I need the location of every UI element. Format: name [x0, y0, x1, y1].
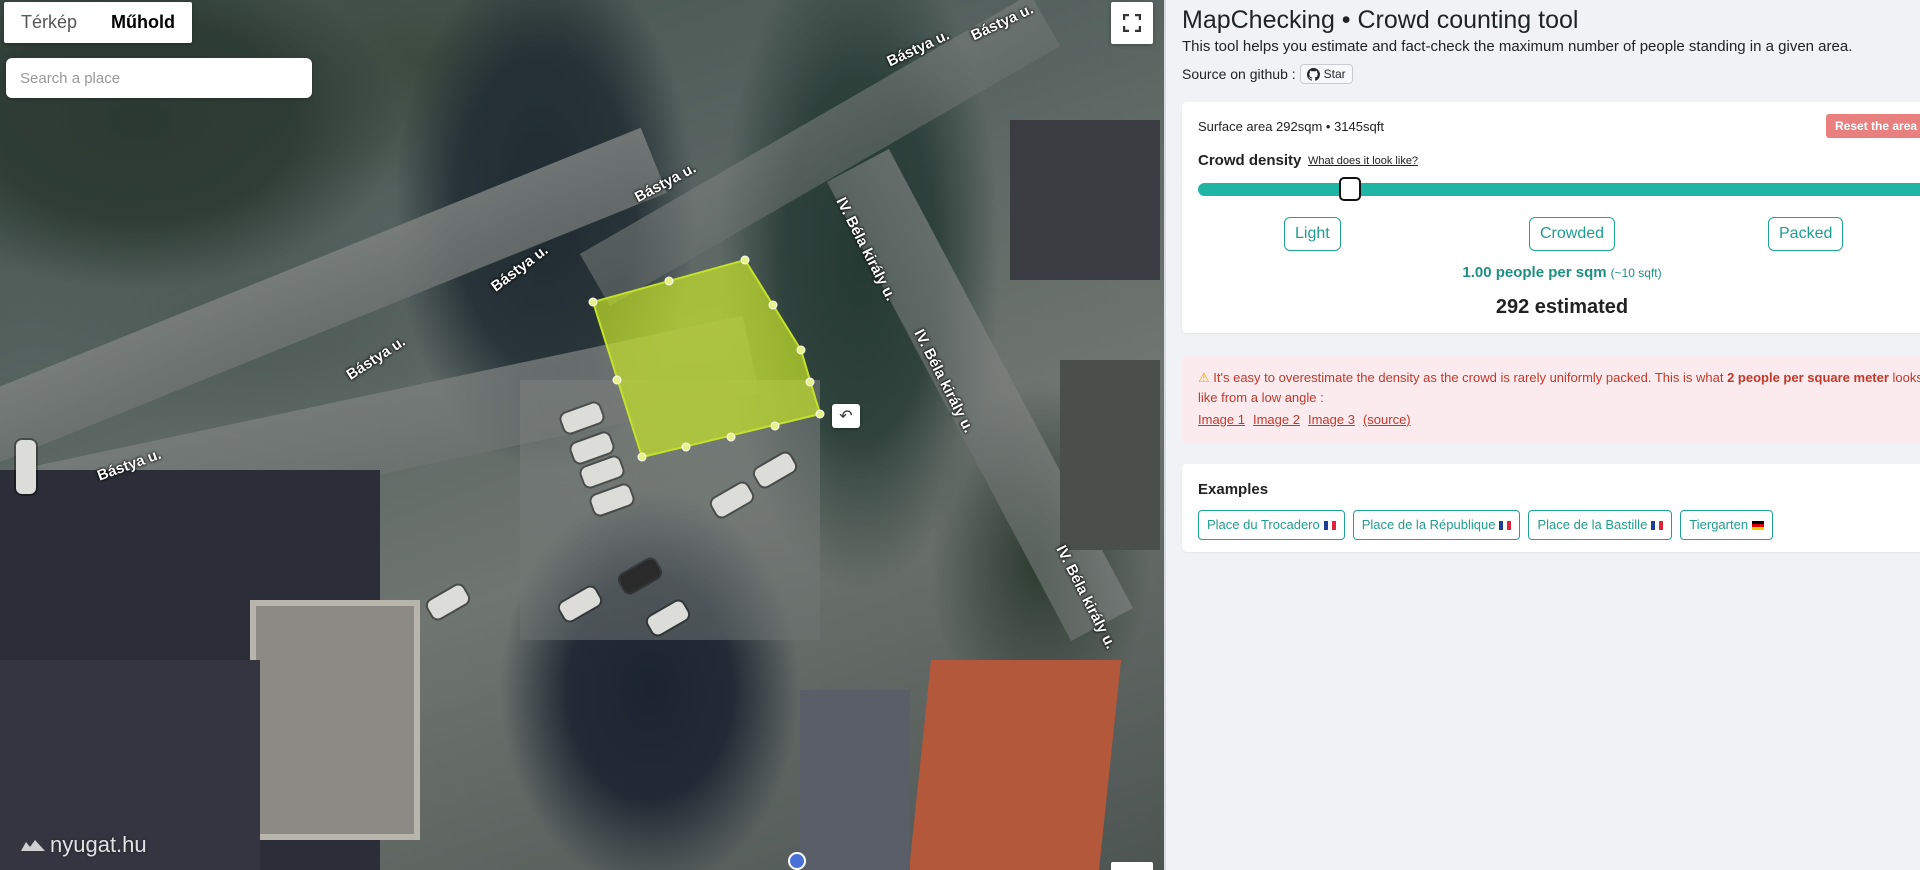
zoom-control[interactable] [1111, 862, 1153, 870]
example-label: Place de la Bastille [1537, 517, 1648, 532]
surface-area-text: Surface area 292sqm • 3145sqft [1198, 119, 1384, 134]
crowd-density-label: Crowd density [1198, 152, 1302, 169]
density-crowded-button[interactable]: Crowded [1529, 217, 1616, 251]
undo-icon: ↶ [839, 408, 853, 425]
page-title: MapChecking • Crowd counting tool [1182, 6, 1579, 34]
polygon-vertex [796, 345, 806, 355]
example-label: Place du Trocadero [1207, 517, 1320, 532]
people-per-sqft: (~10 sqft) [1610, 266, 1662, 280]
warning-icon: ⚠ [1198, 370, 1210, 385]
warning-card: ⚠ It's easy to overestimate the density … [1182, 356, 1920, 444]
people-per-sqm: 1.00 people per sqm [1462, 264, 1607, 281]
side-panel: MapChecking • Crowd counting tool This t… [1164, 0, 1920, 870]
polygon-vertex [768, 300, 778, 310]
polygon-vertex [805, 377, 815, 387]
github-label: Source on github : [1182, 66, 1296, 82]
examples-title: Examples [1198, 481, 1269, 498]
density-packed-button[interactable]: Packed [1768, 217, 1844, 251]
github-star-button[interactable]: Star [1299, 64, 1353, 84]
example-bastille-button[interactable]: Place de la Bastille [1528, 510, 1673, 540]
satellite-map[interactable]: Bástya u. Bástya u. Bástya u. Bástya u. … [0, 0, 1164, 870]
examples-list: Place du Trocadero Place de la Républiqu… [1198, 510, 1774, 540]
example-label: Tiergarten [1689, 517, 1749, 532]
example-republique-button[interactable]: Place de la République [1352, 510, 1521, 540]
map-view-button[interactable]: Térkép [4, 2, 94, 43]
polygon-vertex [588, 297, 598, 307]
example-label: Place de la République [1361, 517, 1496, 532]
polygon-vertex [637, 452, 647, 462]
density-readout: 1.00 people per sqm (~10 sqft) [1182, 264, 1920, 281]
warning-text-bold: 2 people per square meter [1727, 370, 1889, 385]
map-type-toggle: Térkép Műhold [4, 2, 193, 43]
github-row: Source on github : Star [1182, 64, 1353, 84]
star-label: Star [1323, 67, 1346, 81]
polygon-vertex [664, 276, 674, 286]
reset-area-button[interactable]: Reset the area [1826, 114, 1920, 138]
france-flag-icon [1323, 520, 1336, 530]
density-preview-link[interactable]: What does it look like? [1308, 155, 1418, 167]
example-tiergarten-button[interactable]: Tiergarten [1680, 510, 1774, 540]
fullscreen-button[interactable] [1111, 2, 1153, 44]
polygon-vertex [681, 442, 691, 452]
warning-links: Image 1 Image 2 Image 3 (source) [1198, 412, 1411, 427]
image-2-link[interactable]: Image 2 [1253, 412, 1300, 427]
image-3-link[interactable]: Image 3 [1308, 412, 1355, 427]
satellite-view-button[interactable]: Műhold [94, 2, 192, 43]
examples-card: Examples Place du Trocadero Place de la … [1182, 464, 1920, 552]
france-flag-icon [1499, 520, 1512, 530]
polygon-vertex [612, 375, 622, 385]
density-slider-thumb[interactable] [1339, 177, 1361, 201]
watermark: nyugat.hu [20, 832, 147, 858]
fullscreen-icon [1123, 14, 1141, 32]
source-link[interactable]: (source) [1363, 412, 1411, 427]
watermark-text: nyugat.hu [50, 832, 147, 857]
measured-area-polygon[interactable] [0, 0, 1164, 870]
density-light-button[interactable]: Light [1284, 217, 1341, 251]
france-flag-icon [1651, 520, 1664, 530]
image-1-link[interactable]: Image 1 [1198, 412, 1245, 427]
nyugat-logo-icon [21, 840, 45, 851]
undo-button[interactable]: ↶ [832, 404, 860, 428]
estimated-count: 292 estimated [1495, 296, 1629, 318]
search-place-input[interactable] [6, 58, 312, 98]
example-trocadero-button[interactable]: Place du Trocadero [1198, 510, 1345, 540]
density-card: Surface area 292sqm • 3145sqft Reset the… [1182, 102, 1920, 333]
polygon-vertex [726, 432, 736, 442]
warning-text: ⚠ It's easy to overestimate the density … [1198, 368, 1920, 408]
polygon-vertex [740, 255, 750, 265]
polygon-vertex [770, 421, 780, 431]
germany-flag-icon [1752, 520, 1765, 530]
polygon-vertex [815, 409, 825, 419]
density-slider-track[interactable] [1198, 183, 1920, 196]
github-icon [1306, 67, 1320, 81]
location-pin-icon [788, 852, 806, 870]
page-description: This tool helps you estimate and fact-ch… [1182, 38, 1853, 55]
warning-text-before: It's easy to overestimate the density as… [1213, 370, 1728, 385]
